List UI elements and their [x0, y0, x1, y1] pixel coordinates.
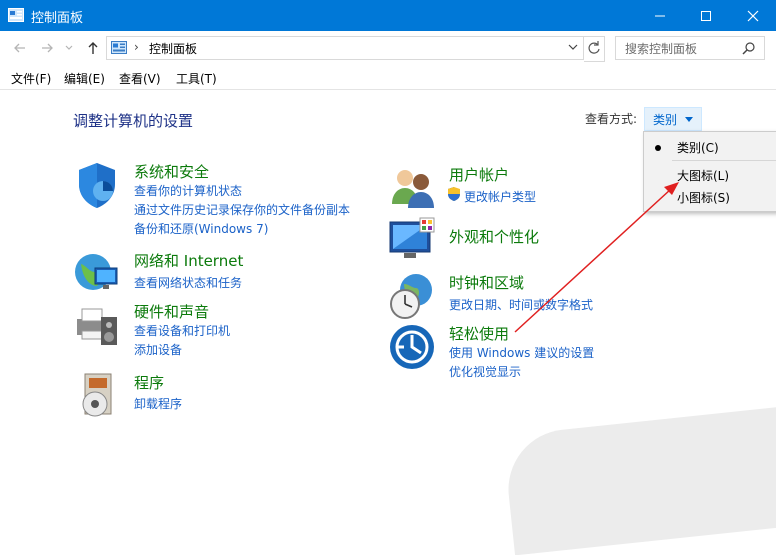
category-title[interactable]: 网络和 Internet: [134, 250, 243, 271]
search-placeholder: 搜索控制面板: [625, 42, 698, 56]
category-system-security: 系统和安全 查看你的计算机状态 通过文件历史记录保存你的文件备份副本 备份和还原…: [73, 161, 373, 241]
dropdown-triangle-icon: [685, 117, 693, 122]
category-link[interactable]: 卸载程序: [134, 395, 182, 412]
category-network-internet: 网络和 Internet 查看网络状态和任务: [73, 250, 373, 300]
up-arrow-icon[interactable]: [85, 40, 101, 56]
users-icon[interactable]: [388, 164, 436, 212]
view-by-value: 类别: [653, 113, 678, 127]
menu-item-label: 小图标(S): [677, 191, 730, 205]
category-title[interactable]: 硬件和声音: [134, 301, 209, 322]
category-link[interactable]: 通过文件历史记录保存你的文件备份副本: [134, 201, 350, 218]
menu-item-label: 大图标(L): [677, 169, 730, 183]
category-appearance-personalization: 外观和个性化: [388, 216, 638, 266]
maximize-button[interactable]: [683, 0, 729, 31]
shield-icon[interactable]: [73, 161, 121, 209]
category-clock-region: 时钟和区域 更改日期、时间或数字格式: [388, 272, 638, 322]
category-link[interactable]: 使用 Windows 建议的设置: [449, 344, 594, 361]
category-link[interactable]: 更改日期、时间或数字格式: [449, 296, 593, 313]
menu-item-label: 类别(C): [677, 141, 719, 155]
category-link[interactable]: 更改帐户类型: [464, 188, 536, 205]
category-link[interactable]: 查看你的计算机状态: [134, 182, 242, 199]
menu-view[interactable]: 查看(V): [119, 70, 161, 87]
menu-tools[interactable]: 工具(T): [176, 70, 217, 87]
category-link[interactable]: 查看网络状态和任务: [134, 274, 242, 291]
back-arrow-icon[interactable]: [12, 40, 28, 56]
category-link[interactable]: 优化视觉显示: [449, 363, 521, 380]
close-icon: [747, 10, 759, 22]
forward-arrow-icon[interactable]: [39, 40, 55, 56]
page-title: 调整计算机的设置: [73, 112, 194, 130]
maximize-icon: [701, 11, 711, 21]
category-title[interactable]: 用户帐户: [449, 164, 509, 185]
view-by-label: 查看方式:: [585, 112, 638, 126]
category-ease-of-access: 轻松使用 使用 Windows 建议的设置 优化视觉显示: [388, 323, 638, 383]
menu-divider: [672, 160, 776, 161]
minimize-icon: [655, 15, 665, 17]
printer-speaker-icon[interactable]: [73, 301, 121, 349]
category-link[interactable]: 备份和还原(Windows 7): [134, 220, 268, 237]
search-box[interactable]: 搜索控制面板: [615, 36, 765, 60]
programs-disc-icon[interactable]: [73, 372, 121, 420]
selected-bullet-icon: [655, 145, 661, 151]
menu-item-category[interactable]: 类别(C): [644, 135, 776, 157]
search-icon[interactable]: [742, 41, 756, 55]
category-hardware-sound: 硬件和声音 查看设备和打印机 添加设备: [73, 301, 373, 361]
category-user-accounts: 用户帐户 更改帐户类型: [388, 164, 638, 214]
category-link[interactable]: 添加设备: [134, 341, 182, 358]
category-title[interactable]: 轻松使用: [449, 323, 509, 344]
refresh-icon: [588, 41, 600, 54]
menu-item-small-icons[interactable]: 小图标(S): [644, 185, 776, 207]
category-link[interactable]: 查看设备和打印机: [134, 322, 230, 339]
menu-file[interactable]: 文件(F): [11, 70, 51, 87]
category-title[interactable]: 程序: [134, 372, 164, 393]
address-field[interactable]: › 控制面板: [106, 36, 584, 60]
address-bar-row: › 控制面板 搜索控制面板: [0, 31, 776, 65]
menu-edit[interactable]: 编辑(E): [64, 70, 105, 87]
minimize-button[interactable]: [637, 0, 683, 31]
ease-of-access-icon[interactable]: [388, 323, 436, 371]
refresh-button[interactable]: [584, 36, 605, 62]
decorative-overlay: [502, 404, 776, 555]
breadcrumb-separator[interactable]: ›: [134, 40, 139, 54]
network-globe-icon[interactable]: [73, 250, 121, 298]
breadcrumb-control-panel[interactable]: 控制面板: [149, 40, 197, 57]
menu-item-large-icons[interactable]: 大图标(L): [644, 163, 776, 185]
menu-bar: 文件(F) 编辑(E) 查看(V) 工具(T): [0, 66, 776, 90]
category-title[interactable]: 外观和个性化: [449, 226, 539, 247]
control-panel-icon: [8, 8, 24, 22]
close-button[interactable]: [730, 0, 776, 31]
window-title: 控制面板: [31, 11, 84, 26]
view-by-menu: 类别(C) 大图标(L) 小图标(S): [643, 131, 776, 212]
uac-shield-icon: [448, 187, 460, 201]
view-by-dropdown[interactable]: 类别: [644, 107, 702, 131]
category-programs: 程序 卸载程序: [73, 372, 373, 422]
control-panel-icon: [111, 41, 127, 54]
category-title[interactable]: 时钟和区域: [449, 272, 524, 293]
category-title[interactable]: 系统和安全: [134, 161, 209, 182]
clock-globe-icon[interactable]: [388, 272, 436, 320]
recent-locations-chevron-icon[interactable]: [64, 40, 74, 56]
chevron-down-icon[interactable]: [568, 42, 578, 52]
display-palette-icon[interactable]: [388, 216, 436, 264]
title-bar: 控制面板: [0, 0, 776, 31]
